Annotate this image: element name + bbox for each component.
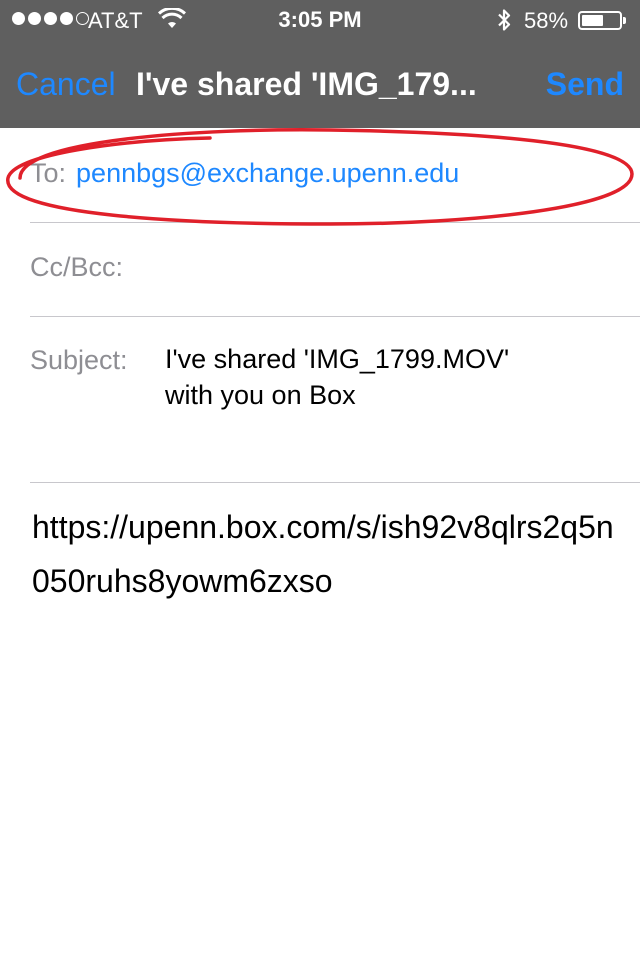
- mail-compose-screen: AT&T 3:05 PM 58% Cancel I've shared 'IMG…: [0, 0, 640, 960]
- divider: [30, 222, 640, 223]
- to-label: To:: [30, 158, 67, 188]
- message-body[interactable]: https://upenn.box.com/s/ish92v8qlrs2q5n0…: [32, 500, 622, 608]
- battery-nub: [623, 17, 626, 24]
- divider: [30, 482, 640, 483]
- status-bar: AT&T 3:05 PM 58%: [0, 0, 640, 40]
- send-button[interactable]: Send: [546, 66, 624, 103]
- battery-icon: [578, 11, 626, 30]
- to-field[interactable]: To: pennbgs@exchange.upenn.edu: [30, 158, 640, 189]
- compose-title: I've shared 'IMG_179...: [136, 66, 477, 102]
- bluetooth-icon: [496, 8, 512, 38]
- header: AT&T 3:05 PM 58% Cancel I've shared 'IMG…: [0, 0, 640, 128]
- subject-input[interactable]: I've shared 'IMG_1799.MOV' with you on B…: [165, 341, 525, 413]
- divider: [30, 316, 640, 317]
- nav-bar: Cancel I've shared 'IMG_179... Send: [0, 40, 640, 128]
- battery-fill: [582, 15, 603, 26]
- cancel-button[interactable]: Cancel: [16, 66, 116, 103]
- subject-label: Subject:: [30, 345, 128, 375]
- battery-percent: 58%: [524, 8, 569, 33]
- cc-bcc-field[interactable]: Cc/Bcc:: [30, 252, 640, 283]
- cc-bcc-label: Cc/Bcc:: [30, 252, 124, 282]
- to-recipient[interactable]: pennbgs@exchange.upenn.edu: [76, 158, 459, 188]
